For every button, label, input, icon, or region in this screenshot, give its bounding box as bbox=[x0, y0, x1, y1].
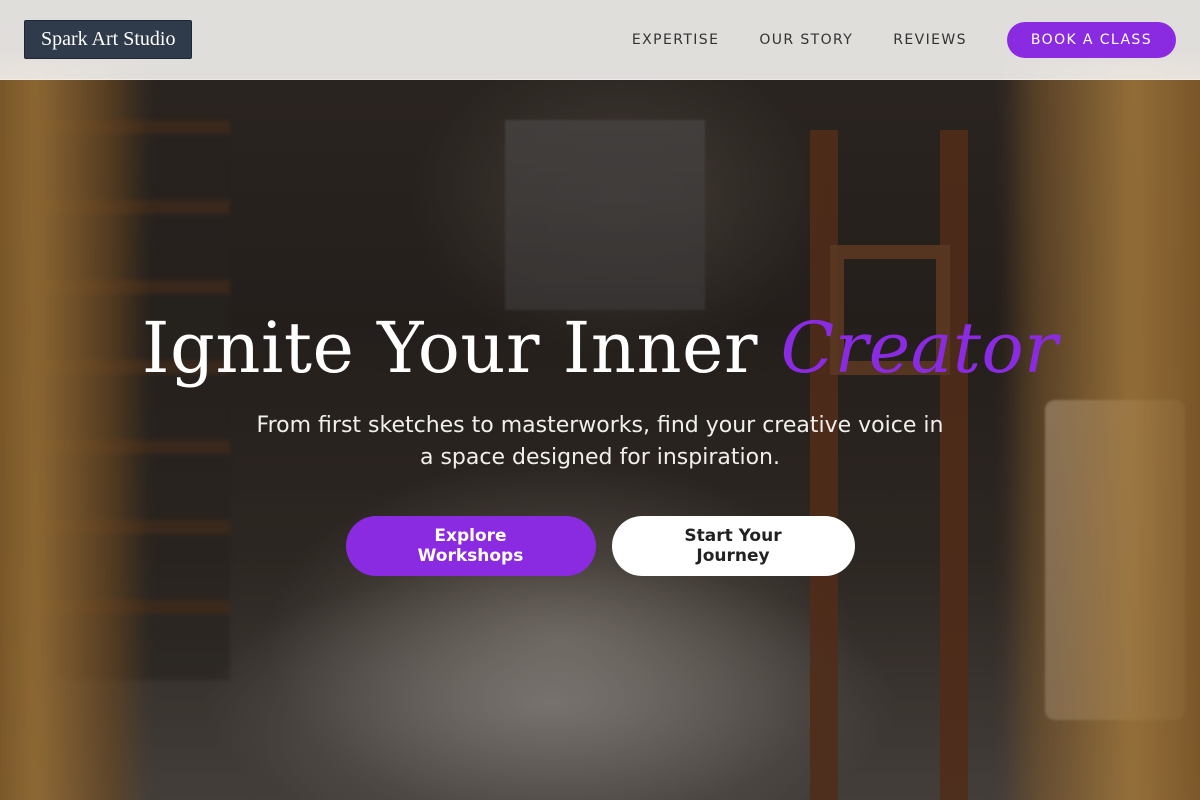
brand-logo[interactable]: Spark Art Studio bbox=[24, 20, 193, 59]
nav-link-reviews[interactable]: REVIEWS bbox=[893, 32, 967, 48]
hero-actions: Explore Workshops Start Your Journey bbox=[0, 516, 1200, 576]
explore-workshops-button[interactable]: Explore Workshops bbox=[345, 516, 596, 576]
hero-title-main: Ignite Your Inner bbox=[141, 307, 781, 389]
site-header: Spark Art Studio EXPERTISE OUR STORY REV… bbox=[0, 0, 1200, 80]
nav-link-expertise[interactable]: EXPERTISE bbox=[632, 32, 719, 48]
book-class-button[interactable]: BOOK A CLASS bbox=[1006, 21, 1176, 58]
main-nav: EXPERTISE OUR STORY REVIEWS BOOK A CLASS bbox=[592, 21, 1176, 58]
hero-title: Ignite Your Inner Creator bbox=[0, 300, 1200, 396]
hero-subtitle: From first sketches to masterworks, find… bbox=[256, 413, 944, 470]
nav-link-our-story[interactable]: OUR STORY bbox=[759, 32, 853, 48]
hero-section: Ignite Your Inner Creator From first ske… bbox=[0, 300, 1200, 576]
start-journey-button[interactable]: Start Your Journey bbox=[611, 516, 855, 576]
hero-title-accent: Creator bbox=[780, 307, 1059, 389]
